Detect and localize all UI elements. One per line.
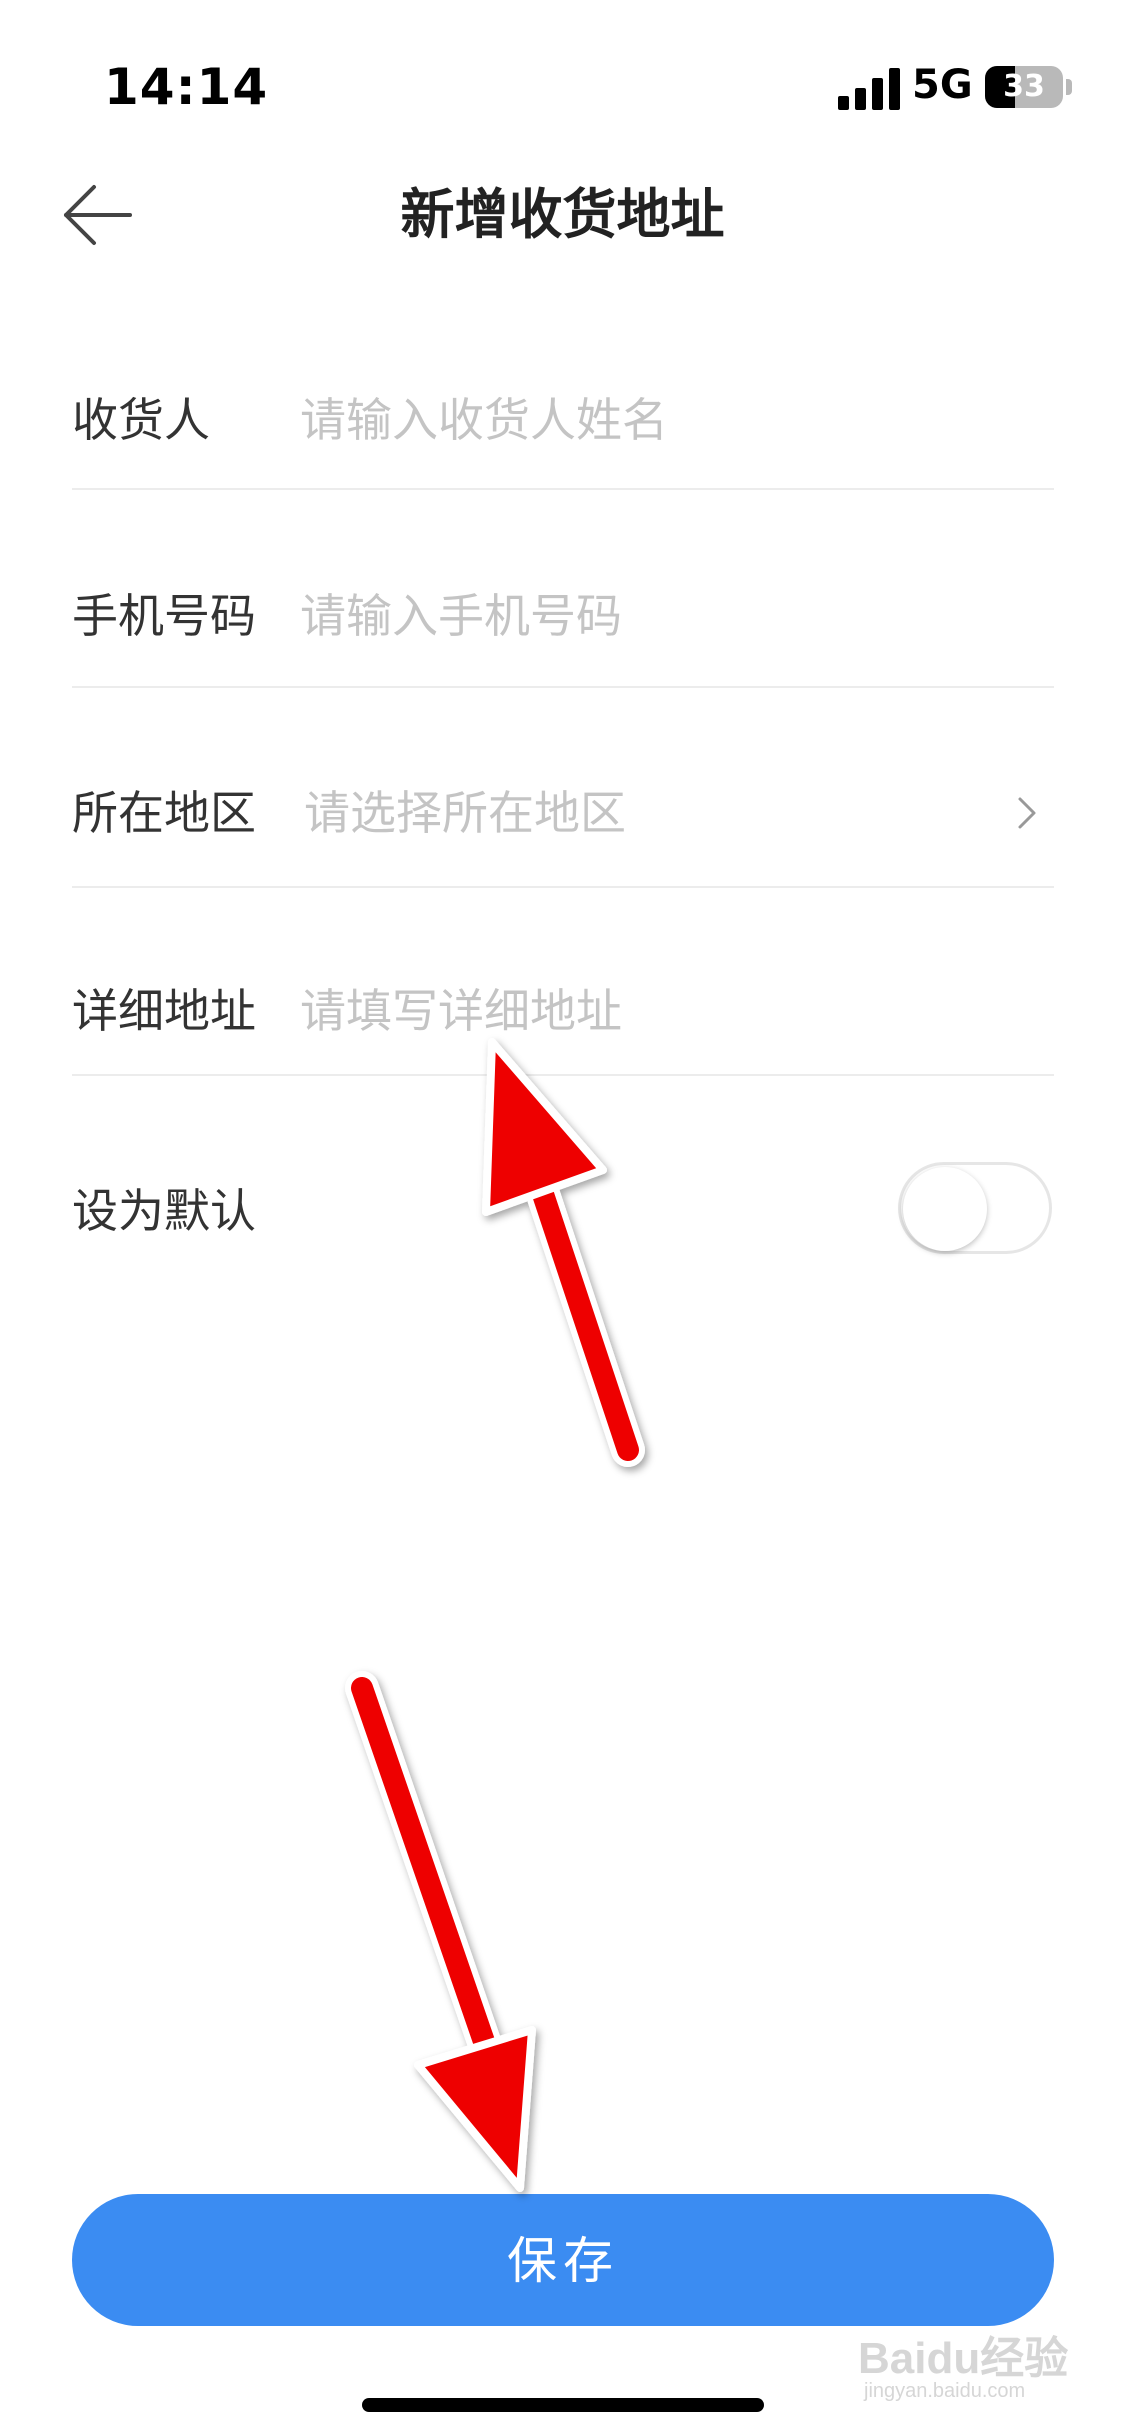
watermark-brand: Baidu经验 xyxy=(858,2334,1069,2383)
status-time: 14:14 xyxy=(104,58,269,116)
signal-icon xyxy=(838,68,900,110)
recipient-input[interactable] xyxy=(300,390,1000,450)
status-bar: 14:14 5G 33 xyxy=(0,0,1125,160)
address-input[interactable] xyxy=(300,981,1000,1041)
battery-icon: 33 xyxy=(985,66,1063,108)
save-button[interactable]: 保存 xyxy=(72,2194,1054,2326)
region-label: 所在地区 xyxy=(72,786,256,840)
phone-label: 手机号码 xyxy=(72,589,256,643)
watermark-url: jingyan.baidu.com xyxy=(864,2380,1026,2402)
arrow-up-icon xyxy=(482,1038,645,1467)
battery-level: 33 xyxy=(1003,69,1045,104)
phone-input[interactable] xyxy=(300,586,1000,646)
phone-row: 手机号码 xyxy=(72,488,1054,688)
default-label: 设为默认 xyxy=(72,1184,256,1238)
page-title: 新增收货地址 xyxy=(400,183,725,246)
address-label: 详细地址 xyxy=(72,984,256,1038)
chevron-right-icon xyxy=(1018,797,1036,829)
default-toggle[interactable] xyxy=(898,1162,1052,1254)
recipient-label: 收货人 xyxy=(72,393,210,447)
baidu-watermark: Baidu经验 jingyan.baidu.com xyxy=(858,2322,1073,2412)
toggle-knob xyxy=(903,1167,987,1251)
battery-tip xyxy=(1066,79,1072,95)
region-selector[interactable] xyxy=(304,783,1004,843)
home-indicator[interactable] xyxy=(362,2398,764,2412)
network-type: 5G xyxy=(912,62,973,108)
recipient-row: 收货人 xyxy=(72,360,1054,490)
arrow-down-icon xyxy=(345,1671,536,2192)
region-row[interactable]: 所在地区 xyxy=(72,686,1054,888)
address-row: 详细地址 xyxy=(72,886,1054,1076)
